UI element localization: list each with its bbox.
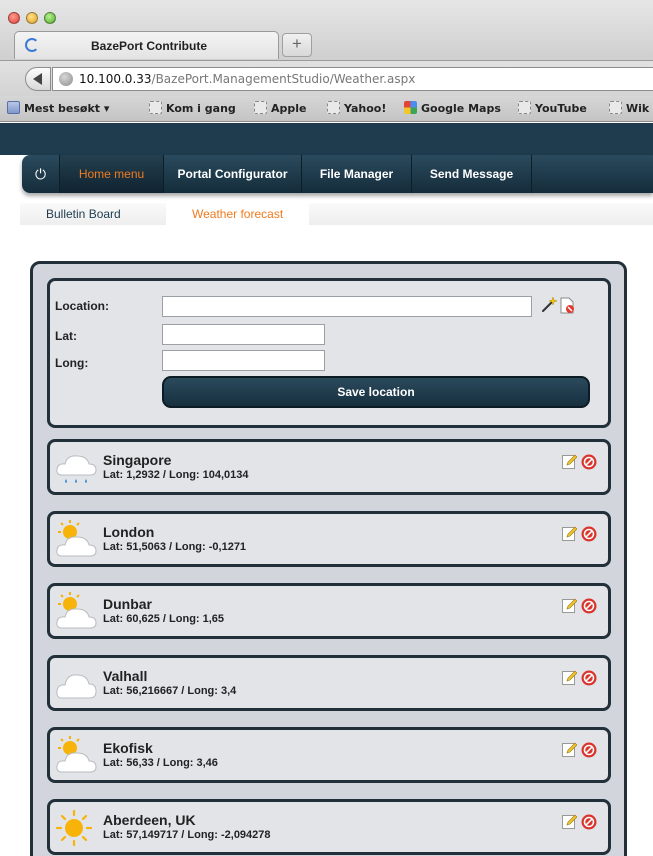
location-card[interactable]: Singapore Lat: 1,2932 / Long: 104,0134 [47,439,611,495]
browser-tab[interactable]: BazePort Contribute [14,31,279,59]
url-host: 10.100.0.33 [79,72,152,86]
location-name: Valhall [103,668,148,684]
long-label: Long: [55,356,89,370]
url-path: /BazePort.ManagementStudio/Weather.aspx [151,72,416,86]
nav-send-message[interactable]: Send Message [412,155,532,193]
delete-icon[interactable] [581,742,597,758]
close-window-button[interactable] [8,12,20,24]
location-card[interactable]: London Lat: 51,5063 / Long: -0,1271 [47,511,611,567]
magic-wand-icon[interactable] [541,297,557,313]
bookmark-wiki[interactable]: Wik [609,101,649,115]
bookmark-label: Google Maps [421,102,501,115]
edit-icon[interactable] [562,742,577,757]
page-icon [254,101,267,114]
save-location-button[interactable]: Save location [162,376,590,408]
page-icon [518,101,531,114]
sun-icon [55,809,93,847]
page-icon [327,101,340,114]
globe-icon [59,72,73,86]
edit-icon[interactable] [562,526,577,541]
location-card[interactable]: Valhall Lat: 56,216667 / Long: 3,4 [47,655,611,711]
bookmark-youtube[interactable]: YouTube [518,101,587,115]
main-navigation: ⏻ Home menu Portal Configurator File Man… [22,155,653,193]
rain-cloud-icon [56,455,97,483]
delete-icon[interactable] [581,454,597,470]
location-name: London [103,524,155,540]
clear-location-icon[interactable] [559,297,575,314]
google-maps-icon [404,101,417,114]
bookmark-most-visited[interactable]: Mest besøkt ▾ [7,101,109,115]
bookmark-google-maps[interactable]: Google Maps [404,101,501,115]
delete-icon[interactable] [581,670,597,686]
delete-icon[interactable] [581,598,597,614]
tab-bulletin-board[interactable]: Bulletin Board [46,207,121,221]
sub-navigation: Bulletin Board Weather forecast [0,203,653,225]
location-card[interactable]: Aberdeen, UK Lat: 57,149717 / Long: -2,0… [47,799,611,855]
location-coords: Lat: 56,33 / Long: 3,46 [103,757,218,769]
page-icon [609,101,622,114]
bookmark-apple[interactable]: Apple [254,101,307,115]
tab-weather-forecast[interactable]: Weather forecast [166,203,310,225]
partly-cloudy-icon [56,520,97,557]
long-input[interactable] [162,350,325,371]
nav-portal-configurator[interactable]: Portal Configurator [164,155,302,193]
bookmark-label: YouTube [535,102,587,115]
edit-icon[interactable] [562,598,577,613]
location-name: Singapore [103,452,172,468]
power-icon[interactable]: ⏻ [22,155,60,193]
location-coords: Lat: 60,625 / Long: 1,65 [103,613,225,625]
navigation-toolbar: 10.100.0.33/BazePort.ManagementStudio/We… [0,60,653,96]
nav-home-menu[interactable]: Home menu [60,155,164,193]
delete-icon[interactable] [581,526,597,542]
nav-file-manager[interactable]: File Manager [302,155,412,193]
back-button[interactable] [25,67,51,91]
edit-icon[interactable] [562,670,577,685]
address-bar[interactable]: 10.100.0.33/BazePort.ManagementStudio/We… [52,67,653,91]
partly-cloudy-icon [56,736,97,773]
url-text: 10.100.0.33/BazePort.ManagementStudio/We… [79,72,415,86]
location-card[interactable]: Ekofisk Lat: 56,33 / Long: 3,46 [47,727,611,783]
bookmark-label: Yahoo! [344,102,387,115]
bookmarks-bar: Mest besøkt ▾ Kom i gang Apple Yahoo! Go… [0,96,653,122]
location-name: Dunbar [103,596,152,612]
location-input[interactable] [162,296,532,317]
minimize-window-button[interactable] [26,12,38,24]
location-label: Location: [55,299,109,313]
location-coords: Lat: 57,149717 / Long: -2,094278 [103,829,271,841]
bookmark-label: Apple [271,102,307,115]
edit-icon[interactable] [562,814,577,829]
app-banner [0,123,653,155]
browser-titlebar: BazePort Contribute + [0,0,653,60]
cloud-icon [56,674,97,699]
weather-panel: Location: Lat: Long: Save location Singa… [30,261,627,856]
bookmark-yahoo[interactable]: Yahoo! [327,101,386,115]
location-coords: Lat: 56,216667 / Long: 3,4 [103,685,237,697]
partly-cloudy-icon [56,592,97,629]
location-coords: Lat: 51,5063 / Long: -0,1271 [103,541,247,553]
new-tab-button[interactable]: + [282,33,312,57]
app-header: ⏻ Home menu Portal Configurator File Man… [0,123,653,203]
edit-icon[interactable] [562,454,577,469]
lat-label: Lat: [55,329,77,343]
location-form: Location: Lat: Long: Save location [47,278,611,428]
zoom-window-button[interactable] [44,12,56,24]
tab-title: BazePort Contribute [91,39,208,53]
folder-icon [7,101,20,114]
location-name: Ekofisk [103,740,153,756]
location-card[interactable]: Dunbar Lat: 60,625 / Long: 1,65 [47,583,611,639]
bookmark-label: Wik [626,102,650,115]
lat-input[interactable] [162,324,325,345]
location-name: Aberdeen, UK [103,812,196,828]
bookmark-label: Kom i gang [166,102,236,115]
bookmark-label: Mest besøkt ▾ [24,102,110,115]
location-coords: Lat: 1,2932 / Long: 104,0134 [103,469,249,481]
back-arrow-icon [33,73,42,85]
page-icon [149,101,162,114]
loading-spinner-icon [25,38,39,52]
delete-icon[interactable] [581,814,597,830]
bookmark-getting-started[interactable]: Kom i gang [149,101,236,115]
